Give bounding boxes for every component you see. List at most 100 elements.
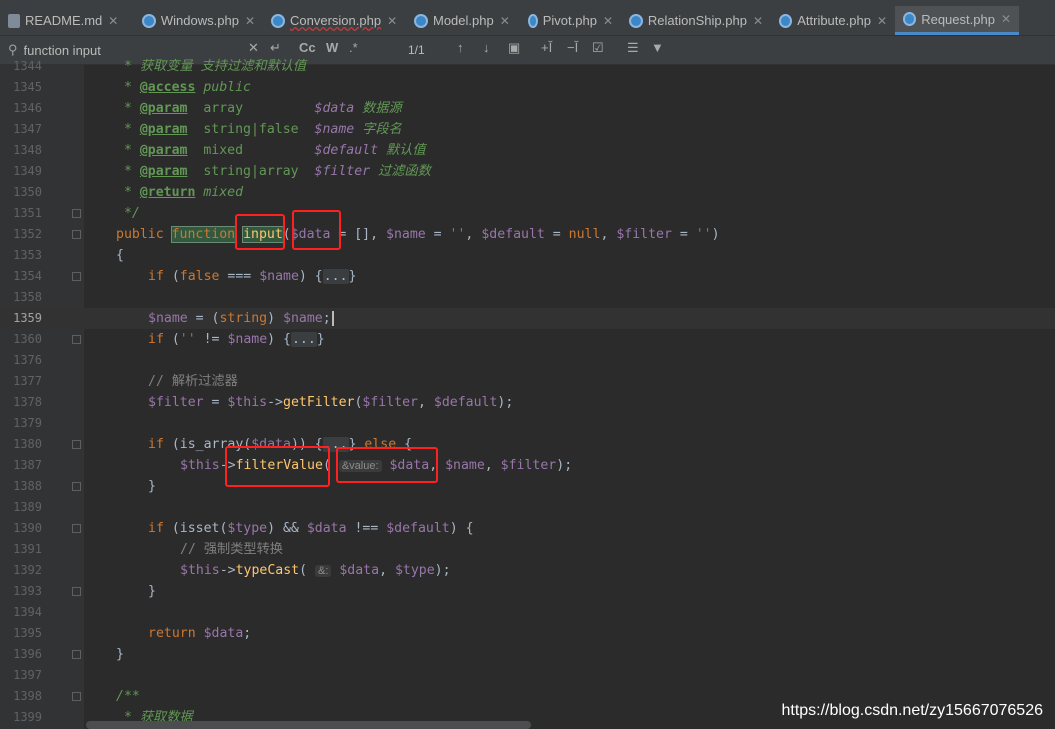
close-icon[interactable]: ✕ <box>753 14 763 28</box>
code-line: 1388 } <box>0 476 1055 497</box>
close-icon[interactable]: ✕ <box>387 14 397 28</box>
markdown-file-icon <box>8 13 20 28</box>
punct: != <box>195 332 228 347</box>
line-number: 1391 <box>13 542 42 556</box>
folded-region[interactable]: ... <box>322 269 349 284</box>
code-line: 1393 } <box>0 581 1055 602</box>
doc-var: $default <box>314 143 379 158</box>
close-icon[interactable]: ✕ <box>877 14 887 28</box>
code-line: 1389 <box>0 497 1055 518</box>
close-icon[interactable]: ✕ <box>500 14 510 28</box>
match-case-button[interactable]: Cc <box>299 40 316 55</box>
doc-star: * <box>116 80 140 95</box>
fold-marker-icon[interactable] <box>72 524 81 533</box>
keyword: if <box>148 437 172 452</box>
variable: $this <box>180 563 220 578</box>
annotation-box-filtervalue <box>225 446 330 487</box>
punct: ) <box>267 311 283 326</box>
code-line: 1390 if (isset($type) && $data !== $defa… <box>0 518 1055 539</box>
select-all-occurrences-icon[interactable]: ☑ <box>592 40 604 56</box>
code-editor[interactable]: 1344 * 获取变量 支持过滤和默认值 1345 * @access publ… <box>0 59 1055 729</box>
method-name: typeCast <box>235 563 300 578</box>
variable: $data <box>203 626 244 641</box>
close-icon[interactable]: ✕ <box>245 14 255 28</box>
param-var: $filter <box>616 227 672 242</box>
code-text: { <box>116 248 124 263</box>
keyword: if <box>148 521 172 536</box>
line-number: 1398 <box>13 689 42 703</box>
punct: } <box>348 269 357 284</box>
line-number: 1393 <box>13 584 42 598</box>
fold-marker-icon[interactable] <box>72 440 81 449</box>
fold-marker-icon[interactable] <box>72 209 81 218</box>
tab-attribute[interactable]: Attribute.php ✕ <box>771 6 895 35</box>
tab-relationship[interactable]: RelationShip.php ✕ <box>621 6 771 35</box>
punct: , <box>418 395 434 410</box>
tab-readme[interactable]: README.md ✕ <box>0 6 134 35</box>
close-icon[interactable]: ✕ <box>603 14 613 28</box>
fold-marker-icon[interactable] <box>72 650 81 659</box>
horizontal-scrollbar[interactable] <box>86 721 531 729</box>
tab-label: Pivot.php <box>542 13 597 28</box>
variable: $filter <box>500 458 557 473</box>
line-number: 1399 <box>13 710 42 724</box>
fold-marker-icon[interactable] <box>72 692 81 701</box>
code-line: 1391 // 强制类型转换 <box>0 539 1055 560</box>
doc-star: * <box>116 185 140 200</box>
line-number: 1344 <box>13 59 42 73</box>
punct: -> <box>267 395 283 410</box>
fold-marker-icon[interactable] <box>72 335 81 344</box>
tab-windows[interactable]: Windows.php ✕ <box>134 6 263 35</box>
string-literal: '' <box>449 227 466 242</box>
doc-tag: @param <box>139 122 188 137</box>
punct: -> <box>219 563 236 578</box>
doc-text: 过滤函数 <box>370 164 431 179</box>
tab-pivot[interactable]: Pivot.php ✕ <box>520 6 621 35</box>
fold-marker-icon[interactable] <box>72 587 81 596</box>
arrow-up-icon[interactable]: ↑ <box>457 40 464 55</box>
code-line: 1345 * @access public <box>0 77 1055 98</box>
variable: $this <box>227 395 268 410</box>
tab-model[interactable]: Model.php ✕ <box>406 6 520 35</box>
punct: ); <box>497 395 514 410</box>
tab-label: Windows.php <box>160 13 239 28</box>
tab-conversion[interactable]: Conversion.php ✕ <box>263 6 406 35</box>
tab-label: Conversion.php <box>290 13 382 28</box>
regex-button[interactable]: .* <box>349 40 358 55</box>
doc-text: 默认值 <box>378 143 426 158</box>
tab-request[interactable]: Request.php ✕ <box>895 6 1019 35</box>
line-number: 1346 <box>13 101 42 115</box>
new-line-icon[interactable]: ↵ <box>270 40 281 56</box>
add-occurrence-icon[interactable]: +Ĭ <box>541 40 552 55</box>
open-in-window-icon[interactable]: ▣ <box>508 40 520 56</box>
whole-words-button[interactable]: W <box>326 40 338 55</box>
filter-lines-icon[interactable]: ☰ <box>627 40 639 56</box>
doc-star: * <box>116 143 140 158</box>
line-number: 1359 <box>13 311 42 325</box>
code-line: 1396 } <box>0 644 1055 665</box>
code-line: 1379 <box>0 413 1055 434</box>
line-number: 1354 <box>13 269 42 283</box>
code-text: } <box>148 479 156 494</box>
doc-star: * <box>116 122 140 137</box>
code-line: 1358 <box>0 287 1055 308</box>
line-number: 1378 <box>13 395 42 409</box>
doc-var: $name <box>314 122 355 137</box>
line-number: 1389 <box>13 500 42 514</box>
punct: ); <box>556 458 573 473</box>
close-icon[interactable]: ✕ <box>1001 12 1011 26</box>
fold-marker-icon[interactable] <box>72 230 81 239</box>
fold-marker-icon[interactable] <box>72 482 81 491</box>
fold-marker-icon[interactable] <box>72 272 81 281</box>
doc-tag: @access <box>139 80 196 95</box>
line-number: 1380 <box>13 437 42 451</box>
filter-icon[interactable]: ▼ <box>651 40 664 55</box>
close-icon[interactable]: ✕ <box>108 14 118 28</box>
remove-occurrence-icon[interactable]: −Ĭ <box>567 40 578 55</box>
arrow-down-icon[interactable]: ↓ <box>483 40 490 55</box>
folded-region[interactable]: ... <box>290 332 317 347</box>
line-number: 1348 <box>13 143 42 157</box>
variable: $this <box>180 458 220 473</box>
clear-search-icon[interactable]: ✕ <box>248 40 259 56</box>
tab-label: Attribute.php <box>797 13 871 28</box>
